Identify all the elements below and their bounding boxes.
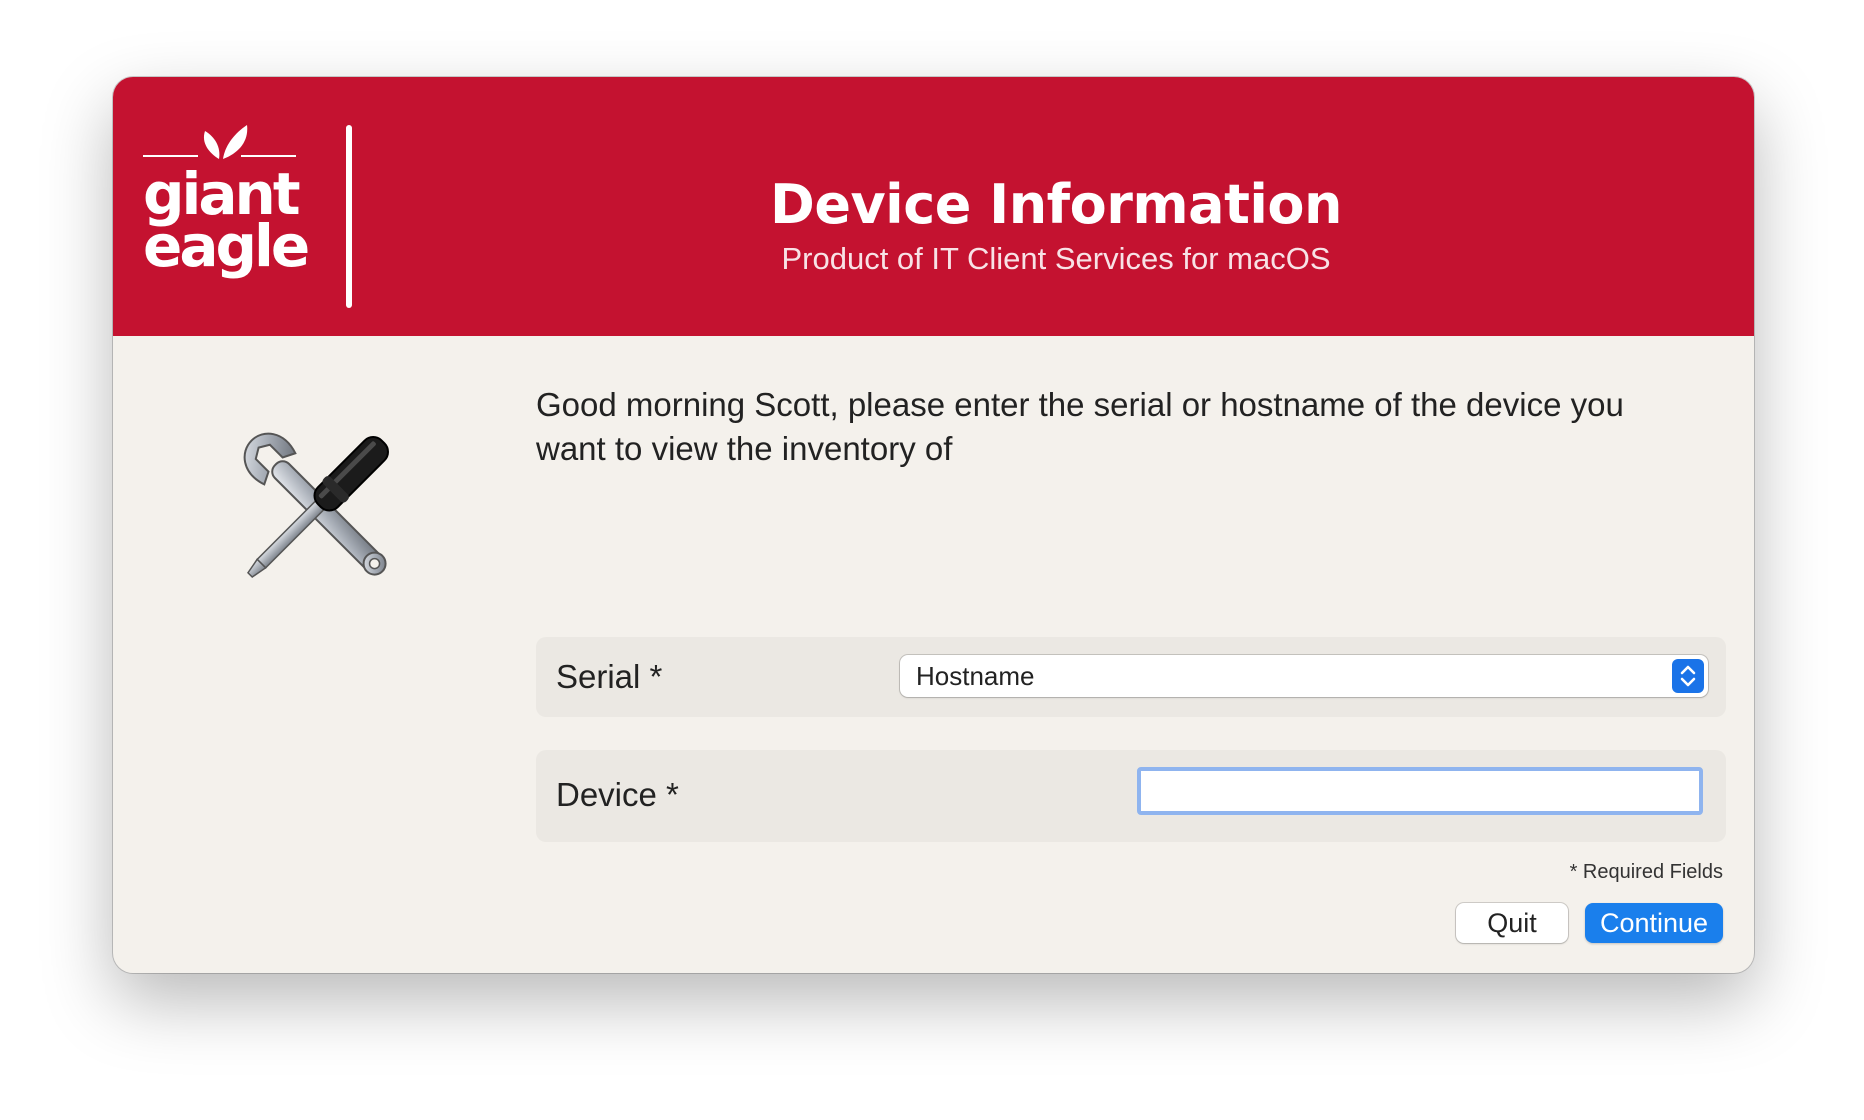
leaf-icon [143,125,296,159]
serial-label: Serial * [556,658,663,695]
logo-word-eagle: eagle [143,212,310,280]
dialog-title: Device Information [770,173,1342,236]
serial-row: Serial * Hostname [536,637,1726,717]
device-row: Device * [536,750,1726,842]
device-input[interactable] [1137,767,1703,815]
quit-button[interactable]: Quit [1456,903,1568,943]
dialog-window: giant eagle Device Information Product o… [113,77,1754,973]
select-arrows-icon[interactable] [1672,659,1704,693]
tools-icon [243,432,389,578]
required-fields-note: * Required Fields [1569,861,1723,883]
continue-button[interactable]: Continue [1585,903,1723,943]
header-banner: giant eagle Device Information Product o… [113,77,1754,336]
serial-type-select[interactable]: Hostname [900,655,1708,697]
giant-eagle-logo: giant eagle [143,123,313,283]
serial-type-select-value: Hostname [916,661,1035,691]
dialog-subtitle: Product of IT Client Services for macOS [781,241,1331,276]
header-divider [346,125,352,308]
prompt-text: Good morning Scott, please enter the ser… [536,386,1624,467]
device-label: Device * [556,776,679,813]
